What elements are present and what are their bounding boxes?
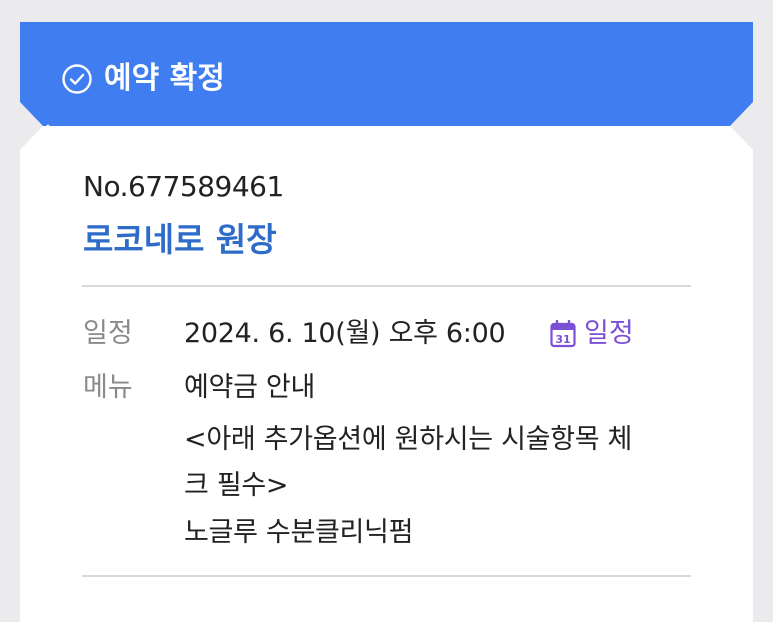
header-title: 예약 확정 [104,61,225,96]
booking-card: 예약 확정 No.677589461 로코네로 원장 일정 2024. 6. 1… [20,22,753,622]
calendar-icon-day: 31 [555,333,570,346]
menu-label: 메뉴 [83,372,133,403]
calendar-icon: 31 [550,320,576,348]
divider-top [82,285,691,287]
menu-line: 예약금 안내 [184,372,315,403]
booking-number: No.677589461 [83,170,284,203]
schedule-value: 2024. 6. 10(월) 오후 6:00 [184,318,506,349]
divider-bottom [82,575,691,577]
shop-name-link[interactable]: 로코네로 원장 [83,217,277,263]
schedule-label: 일정 [83,318,133,349]
check-circle-icon [62,64,92,94]
menu-line: 크 필수> [184,470,289,501]
booking-header: 예약 확정 [20,22,753,126]
menu-line: <아래 추가옵션에 원하시는 시술항목 체 [184,424,633,455]
menu-line: 노글루 수분클리닉펌 [184,517,414,548]
add-to-calendar-link[interactable]: 31 일정 [550,314,634,354]
calendar-link-label: 일정 [584,318,634,349]
